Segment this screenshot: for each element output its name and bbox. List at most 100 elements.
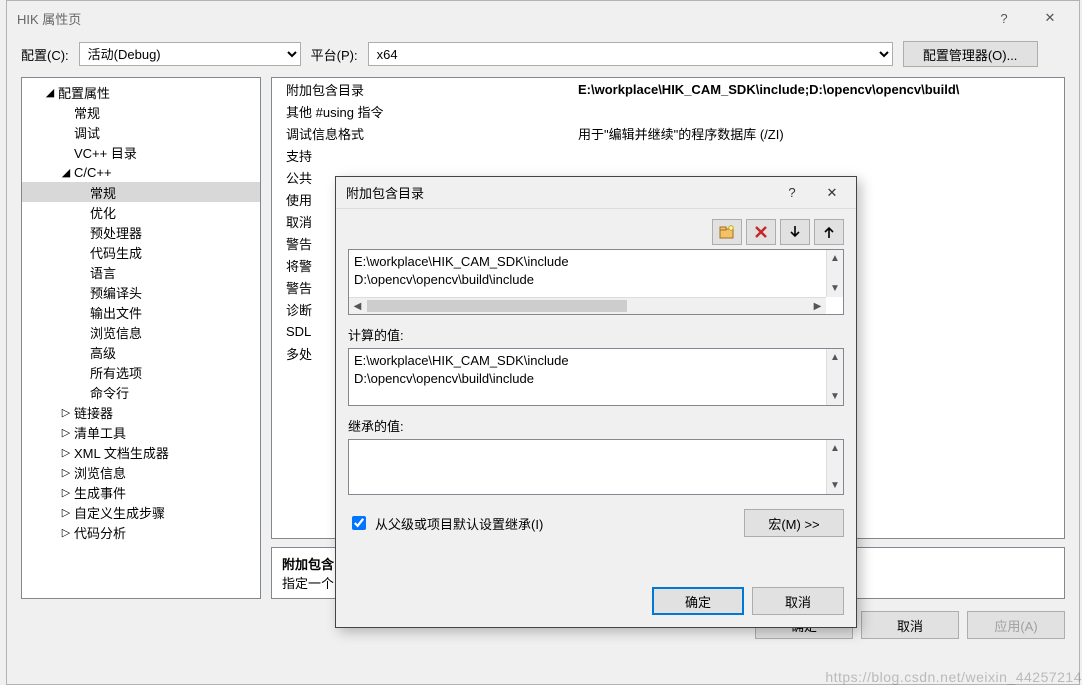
v-scrollbar[interactable]: ▲ ▼ bbox=[826, 349, 843, 405]
dialog-help-button[interactable]: ? bbox=[772, 179, 812, 207]
tree-node-label: 语言 bbox=[90, 263, 116, 282]
move-down-button[interactable] bbox=[780, 219, 810, 245]
dialog-close-button[interactable]: ✕ bbox=[812, 179, 852, 207]
config-manager-button[interactable]: 配置管理器(O)... bbox=[903, 41, 1038, 67]
tree-node[interactable]: 预处理器 bbox=[22, 222, 260, 242]
apply-button[interactable]: 应用(A) bbox=[967, 611, 1065, 639]
tree-node-label: 浏览信息 bbox=[90, 323, 142, 342]
paths-listbox[interactable]: E:\workplace\HIK_CAM_SDK\includeD:\openc… bbox=[348, 249, 844, 315]
tree[interactable]: ◢配置属性常规调试VC++ 目录◢C/C++常规优化预处理器代码生成语言预编译头… bbox=[21, 77, 261, 599]
tree-twisty-icon[interactable]: ▷ bbox=[60, 446, 72, 459]
tree-node[interactable]: 常规 bbox=[22, 102, 260, 122]
toolbar bbox=[348, 219, 844, 245]
tree-node-label: C/C++ bbox=[74, 165, 112, 180]
arrow-up-icon bbox=[823, 225, 835, 239]
scroll-left-icon[interactable]: ◀ bbox=[349, 298, 366, 315]
inherited-listbox: ▲ ▼ bbox=[348, 439, 844, 495]
tree-node[interactable]: 代码生成 bbox=[22, 242, 260, 262]
tree-twisty-icon[interactable]: ▷ bbox=[60, 486, 72, 499]
platform-label: 平台(P): bbox=[311, 45, 358, 64]
delete-button[interactable] bbox=[746, 219, 776, 245]
tree-node-label: 调试 bbox=[74, 123, 100, 142]
tree-node[interactable]: 优化 bbox=[22, 202, 260, 222]
tree-node[interactable]: ▷生成事件 bbox=[22, 482, 260, 502]
tree-node[interactable]: 输出文件 bbox=[22, 302, 260, 322]
scroll-up-icon[interactable]: ▲ bbox=[827, 440, 843, 457]
tree-node-label: 预编译头 bbox=[90, 283, 142, 302]
config-row: 配置(C): 活动(Debug) 平台(P): x64 配置管理器(O)... bbox=[7, 35, 1079, 77]
dialog-title: 附加包含目录 bbox=[346, 183, 772, 202]
help-button[interactable]: ? bbox=[981, 3, 1027, 33]
tree-node[interactable]: ▷清单工具 bbox=[22, 422, 260, 442]
tree-node[interactable]: 调试 bbox=[22, 122, 260, 142]
move-up-button[interactable] bbox=[814, 219, 844, 245]
tree-node[interactable]: 浏览信息 bbox=[22, 322, 260, 342]
grid-key: 调试信息格式 bbox=[272, 124, 572, 143]
tree-node[interactable]: ▷链接器 bbox=[22, 402, 260, 422]
grid-value[interactable]: E:\workplace\HIK_CAM_SDK\include;D:\open… bbox=[572, 82, 1064, 97]
scroll-up-icon[interactable]: ▲ bbox=[827, 250, 843, 267]
tree-node-label: 链接器 bbox=[74, 403, 113, 422]
dialog-footer: 确定 取消 bbox=[336, 573, 856, 627]
calculated-content: E:\workplace\HIK_CAM_SDK\includeD:\openc… bbox=[351, 351, 825, 403]
tree-node-label: 常规 bbox=[90, 183, 116, 202]
tree-node[interactable]: ◢C/C++ bbox=[22, 162, 260, 182]
tree-node[interactable]: ▷XML 文档生成器 bbox=[22, 442, 260, 462]
tree-node[interactable]: ◢配置属性 bbox=[22, 82, 260, 102]
scroll-up-icon[interactable]: ▲ bbox=[827, 349, 843, 366]
scroll-down-icon[interactable]: ▼ bbox=[827, 388, 843, 405]
tree-node[interactable]: ▷自定义生成步骤 bbox=[22, 502, 260, 522]
tree-twisty-icon[interactable]: ▷ bbox=[60, 526, 72, 539]
tree-node[interactable]: 高级 bbox=[22, 342, 260, 362]
tree-twisty-icon[interactable]: ▷ bbox=[60, 506, 72, 519]
inherit-checkbox[interactable] bbox=[352, 516, 366, 530]
v-scrollbar[interactable]: ▲ ▼ bbox=[826, 250, 843, 297]
grid-row[interactable]: 支持 bbox=[272, 144, 1064, 166]
tree-twisty-icon[interactable]: ▷ bbox=[60, 466, 72, 479]
tree-node[interactable]: 预编译头 bbox=[22, 282, 260, 302]
tree-node-label: 清单工具 bbox=[74, 423, 126, 442]
dialog-ok-button[interactable]: 确定 bbox=[652, 587, 744, 615]
config-label: 配置(C): bbox=[21, 45, 69, 64]
tree-node-label: 生成事件 bbox=[74, 483, 126, 502]
grid-value[interactable]: 用于"编辑并继续"的程序数据库 (/ZI) bbox=[572, 124, 1064, 143]
grid-row[interactable]: 调试信息格式用于"编辑并继续"的程序数据库 (/ZI) bbox=[272, 122, 1064, 144]
tree-node[interactable]: 语言 bbox=[22, 262, 260, 282]
macros-button[interactable]: 宏(M) >> bbox=[744, 509, 844, 537]
inherit-row: 从父级或项目默认设置继承(I) 宏(M) >> bbox=[348, 509, 844, 537]
tree-node-label: 所有选项 bbox=[90, 363, 142, 382]
scroll-down-icon[interactable]: ▼ bbox=[827, 280, 843, 297]
v-scrollbar[interactable]: ▲ ▼ bbox=[826, 440, 843, 494]
cancel-button[interactable]: 取消 bbox=[861, 611, 959, 639]
close-button[interactable]: ✕ bbox=[1027, 3, 1073, 33]
new-line-button[interactable] bbox=[712, 219, 742, 245]
calculated-listbox: E:\workplace\HIK_CAM_SDK\includeD:\openc… bbox=[348, 348, 844, 406]
inherit-checkbox-label[interactable]: 从父级或项目默认设置继承(I) bbox=[348, 513, 732, 533]
tree-twisty-icon[interactable]: ▷ bbox=[60, 406, 72, 419]
h-thumb[interactable] bbox=[367, 300, 627, 312]
grid-row[interactable]: 其他 #using 指令 bbox=[272, 100, 1064, 122]
paths-content: E:\workplace\HIK_CAM_SDK\includeD:\openc… bbox=[351, 252, 825, 296]
tree-node[interactable]: 常规 bbox=[22, 182, 260, 202]
scroll-down-icon[interactable]: ▼ bbox=[827, 477, 843, 494]
config-select[interactable]: 活动(Debug) bbox=[79, 42, 301, 66]
platform-select[interactable]: x64 bbox=[368, 42, 893, 66]
tree-node-label: 代码分析 bbox=[74, 523, 126, 542]
tree-node-label: 代码生成 bbox=[90, 243, 142, 262]
dialog-cancel-button[interactable]: 取消 bbox=[752, 587, 844, 615]
tree-node[interactable]: 所有选项 bbox=[22, 362, 260, 382]
tree-node-label: XML 文档生成器 bbox=[74, 443, 169, 462]
tree-node-label: 浏览信息 bbox=[74, 463, 126, 482]
tree-twisty-icon[interactable]: ▷ bbox=[60, 426, 72, 439]
tree-node-label: 优化 bbox=[90, 203, 116, 222]
delete-x-icon bbox=[754, 225, 768, 239]
tree-node[interactable]: VC++ 目录 bbox=[22, 142, 260, 162]
tree-twisty-icon[interactable]: ◢ bbox=[60, 166, 72, 179]
grid-row[interactable]: 附加包含目录E:\workplace\HIK_CAM_SDK\include;D… bbox=[272, 78, 1064, 100]
tree-node[interactable]: 命令行 bbox=[22, 382, 260, 402]
h-scrollbar[interactable]: ◀ ▶ bbox=[349, 297, 826, 314]
tree-node[interactable]: ▷浏览信息 bbox=[22, 462, 260, 482]
tree-twisty-icon[interactable]: ◢ bbox=[44, 86, 56, 99]
tree-node[interactable]: ▷代码分析 bbox=[22, 522, 260, 542]
scroll-right-icon[interactable]: ▶ bbox=[809, 298, 826, 315]
